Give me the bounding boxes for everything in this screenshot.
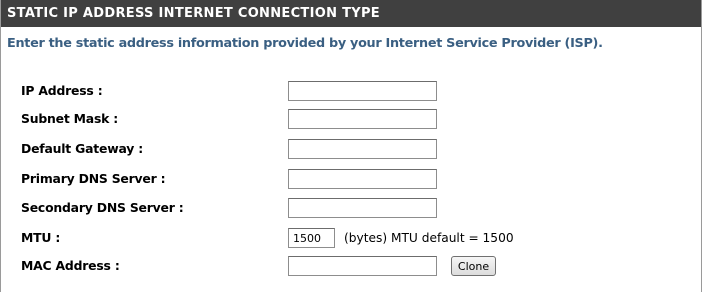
mtu-default-note: (bytes) MTU default = 1500 (344, 231, 514, 245)
clone-button[interactable]: Clone (451, 256, 496, 276)
subnet-mask-row: Subnet Mask : (1, 108, 701, 130)
secondary-dns-label: Secondary DNS Server : (21, 200, 184, 215)
ip-address-label: IP Address : (21, 83, 103, 98)
ip-address-input[interactable] (288, 81, 437, 101)
subnet-mask-label: Subnet Mask : (21, 111, 119, 126)
mac-address-label: MAC Address : (21, 258, 120, 273)
ip-address-row: IP Address : (1, 80, 701, 102)
mac-address-row: MAC Address : Clone (1, 255, 701, 277)
primary-dns-label: Primary DNS Server : (21, 171, 166, 186)
static-ip-panel: STATIC IP ADDRESS INTERNET CONNECTION TY… (0, 0, 702, 292)
subnet-mask-input[interactable] (288, 109, 437, 129)
mac-address-input[interactable] (288, 256, 437, 276)
primary-dns-input[interactable] (288, 169, 437, 189)
primary-dns-row: Primary DNS Server : (1, 168, 701, 190)
secondary-dns-row: Secondary DNS Server : (1, 197, 701, 219)
default-gateway-row: Default Gateway : (1, 138, 701, 160)
mtu-input[interactable] (288, 228, 335, 248)
mtu-label: MTU : (21, 230, 61, 245)
default-gateway-input[interactable] (288, 139, 437, 159)
section-title: STATIC IP ADDRESS INTERNET CONNECTION TY… (1, 0, 701, 27)
section-intro: Enter the static address information pro… (7, 36, 603, 51)
mtu-row: MTU : (bytes) MTU default = 1500 (1, 227, 701, 249)
default-gateway-label: Default Gateway : (21, 141, 143, 156)
secondary-dns-input[interactable] (288, 198, 437, 218)
